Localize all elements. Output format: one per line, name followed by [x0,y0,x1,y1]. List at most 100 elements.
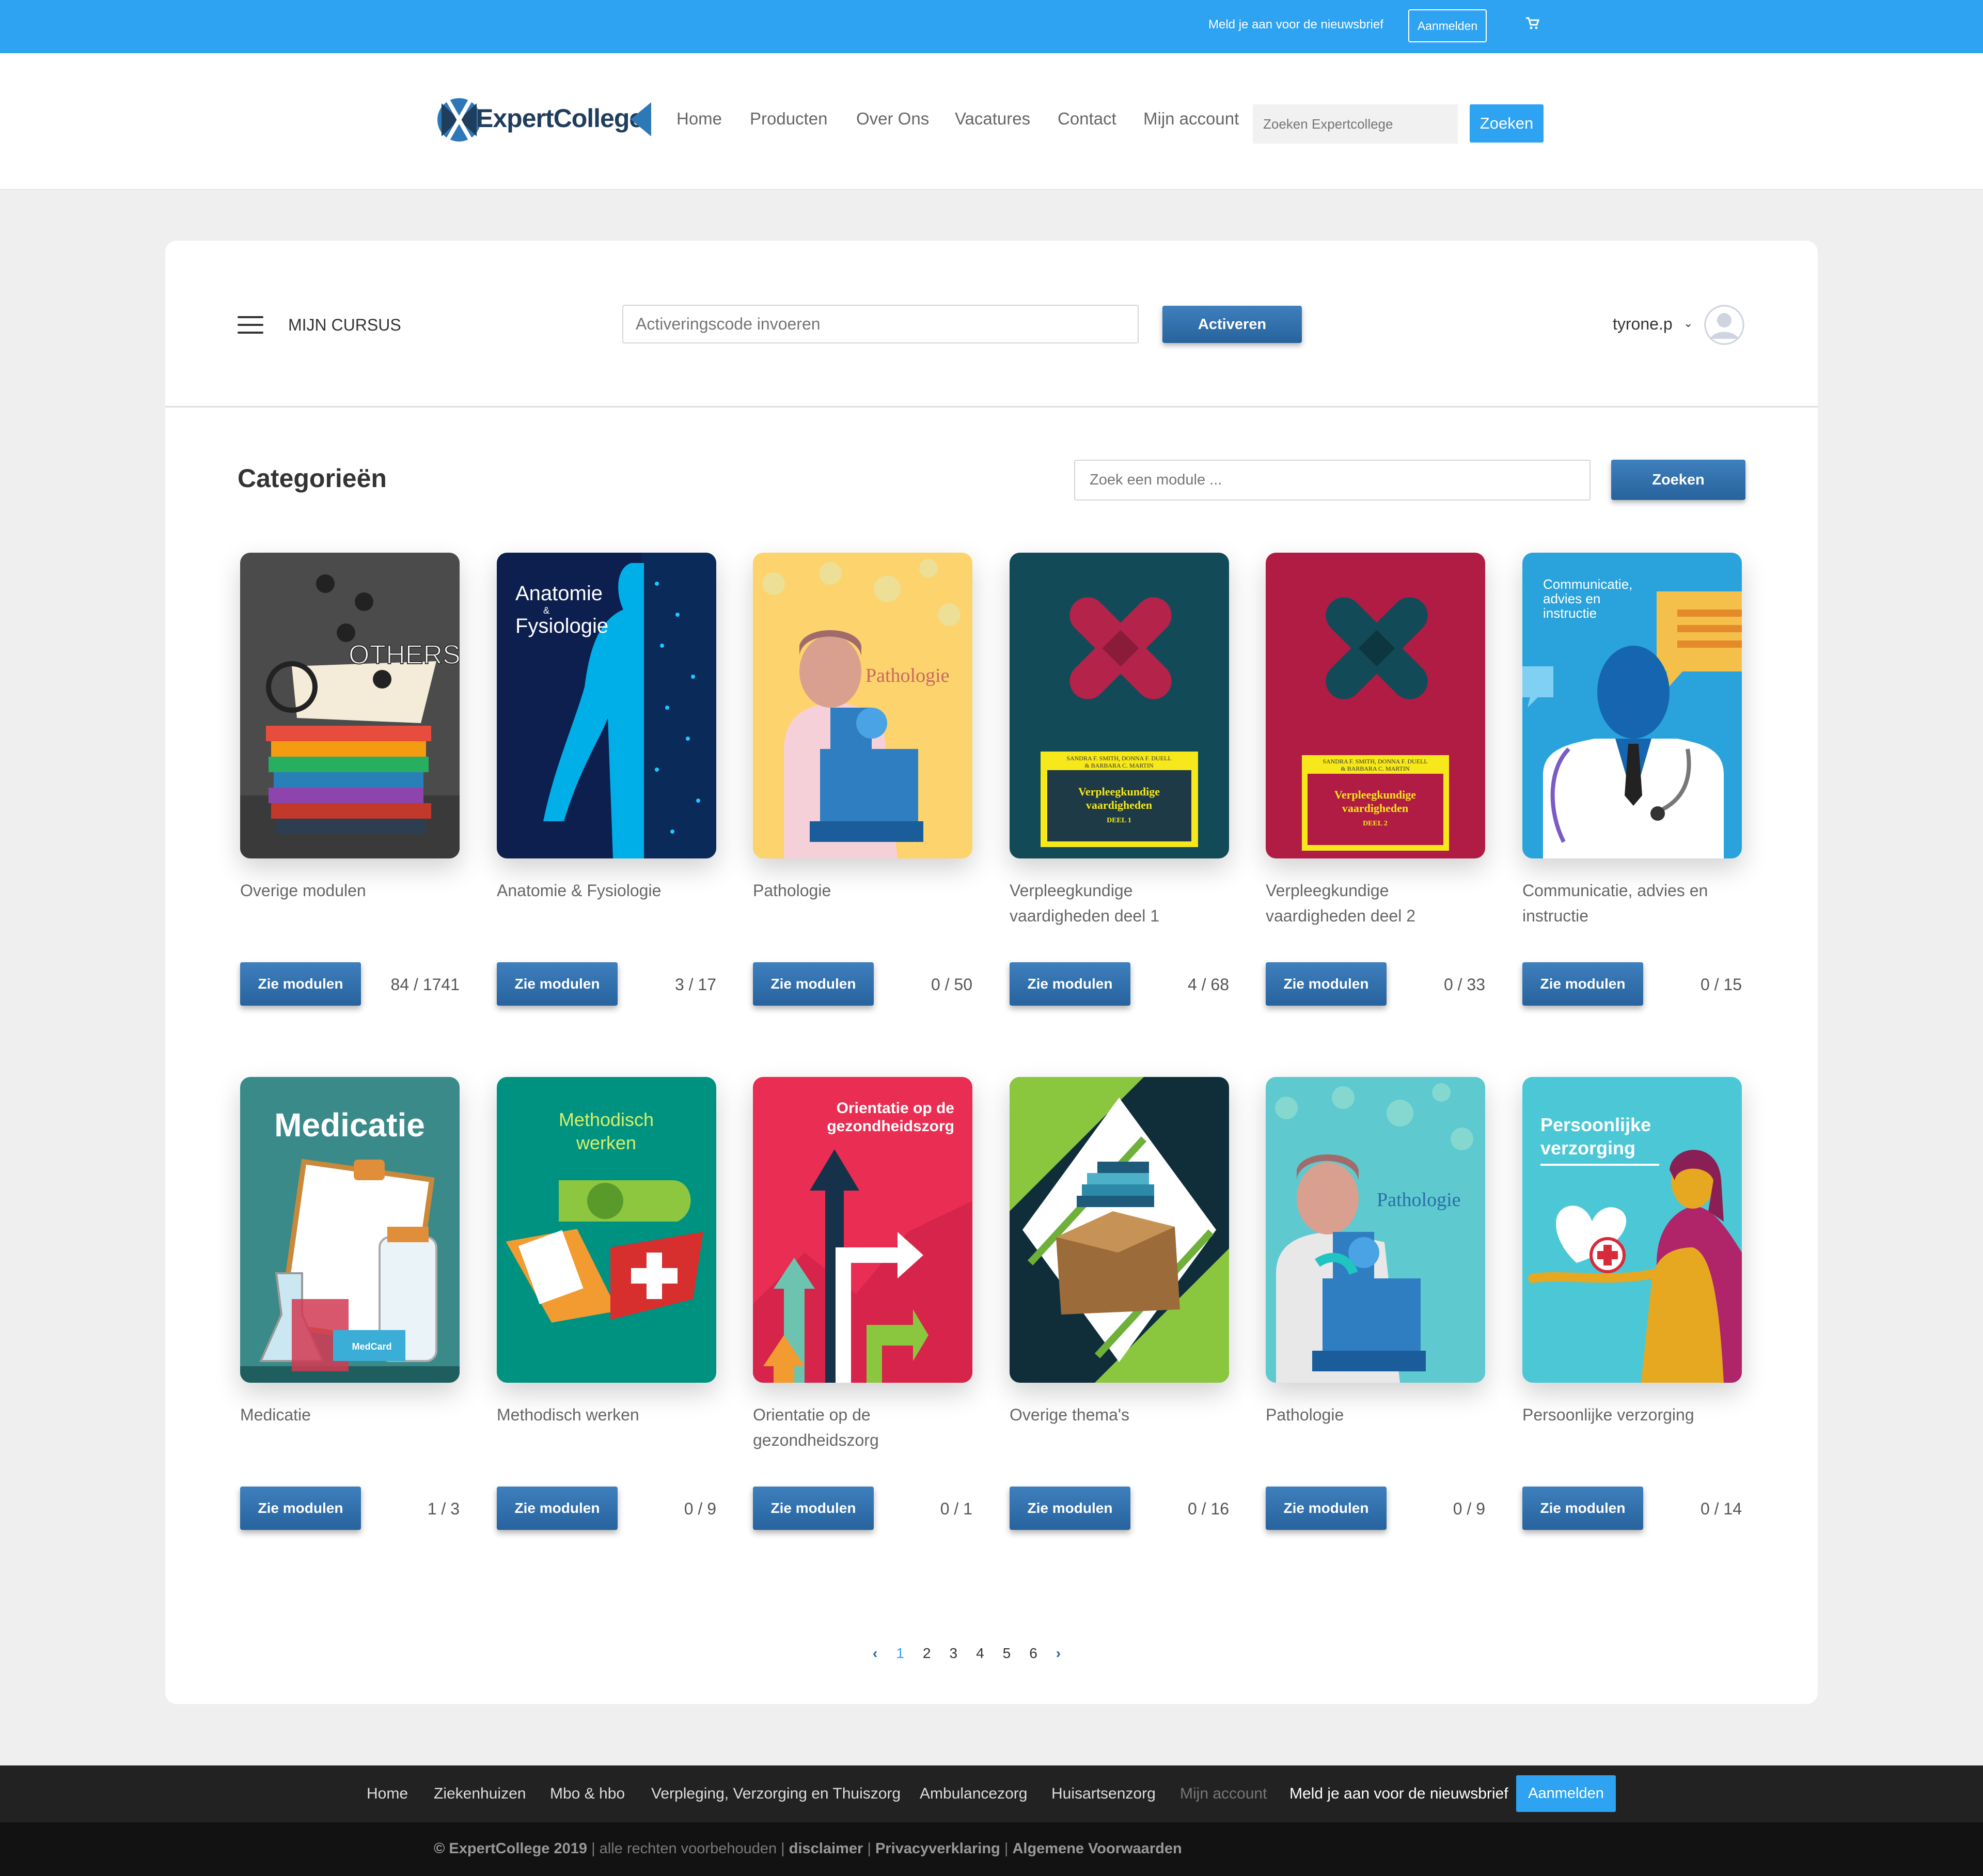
nav-mijn-account[interactable]: Mijn account [1143,109,1239,129]
username-dropdown[interactable]: tyrone.p [1613,315,1673,334]
copyright-owner: © ExpertCollege 2019 [434,1840,587,1857]
category-cover-image[interactable]: Anatomie & Fysiologie [497,553,716,858]
prev-page-button[interactable]: ‹ [873,1645,877,1666]
category-cover-image[interactable] [1010,1077,1229,1383]
cover-text: Communicatie, [1543,576,1632,592]
page-link[interactable]: 6 [1029,1645,1037,1666]
category-cover-image[interactable]: Communicatie, advies en instructie [1522,553,1742,858]
category-name[interactable]: Overige thema's [1010,1402,1229,1428]
site-search-button[interactable]: Zoeken [1470,104,1544,143]
privacy-link[interactable]: Privacyverklaring [875,1840,1000,1857]
category-cover-image[interactable]: Methodisch werken [497,1077,716,1383]
nav-over-ons[interactable]: Over Ons [856,109,929,129]
progress-count: 0 / 33 [1443,975,1485,994]
site-search-input[interactable] [1253,104,1458,144]
category-name[interactable]: Pathologie [753,878,972,903]
see-modules-button[interactable]: Zie modulen [1522,962,1643,1006]
category-cover-image[interactable]: SANDRA F. SMITH, DONNA F. DUELL & BARBAR… [1266,553,1485,858]
copyright-text: © ExpertCollege 2019 | alle rechten voor… [434,1840,1182,1857]
module-search-input[interactable] [1074,460,1591,501]
terms-link[interactable]: Algemene Voorwaarden [1012,1840,1182,1857]
cover-text: Methodisch [559,1109,654,1130]
see-modules-button[interactable]: Zie modulen [753,1487,874,1530]
footer-link-ambulancezorg[interactable]: Ambulancezorg [920,1785,1027,1803]
see-modules-button[interactable]: Zie modulen [1010,1487,1130,1530]
nav-vacatures[interactable]: Vacatures [955,109,1030,129]
cover-text: MedCard [352,1341,391,1352]
category-cover-image[interactable]: Persoonlijke verzorging [1522,1077,1742,1383]
separator: | [1004,1840,1009,1857]
footer-newsletter-button[interactable]: Aanmelden [1516,1775,1616,1812]
cart-icon[interactable] [1524,15,1540,31]
see-modules-button[interactable]: Zie modulen [1266,962,1387,1006]
see-modules-button[interactable]: Zie modulen [240,1487,361,1530]
page-link[interactable]: 4 [976,1645,984,1666]
cover-text: instructie [1543,605,1597,621]
nav-contact[interactable]: Contact [1058,109,1116,129]
category-name[interactable]: Anatomie & Fysiologie [497,878,716,903]
see-modules-button[interactable]: Zie modulen [1266,1487,1387,1530]
category-name[interactable]: Persoonlijke verzorging [1522,1402,1742,1428]
progress-count: 4 / 68 [1187,975,1229,994]
footer-link-ziekenhuizen[interactable]: Ziekenhuizen [434,1785,526,1803]
page-link[interactable]: 5 [1003,1645,1011,1666]
category-name[interactable]: Verpleegkundige vaardigheden deel 2 [1266,878,1485,929]
nav-producten[interactable]: Producten [750,109,827,129]
see-modules-button[interactable]: Zie modulen [240,962,361,1006]
see-modules-button[interactable]: Zie modulen [753,962,874,1006]
logo[interactable]: ExpertCollege [436,92,653,149]
cover-text: Pathologie [1377,1189,1461,1211]
category-name[interactable]: Pathologie [1266,1402,1485,1428]
category-card: OTHERS Overige modulen Zie modulen 84 / … [238,553,460,1049]
chevron-down-icon[interactable]: ⌄ [1683,317,1693,330]
see-modules-button[interactable]: Zie modulen [497,962,618,1006]
next-page-button[interactable]: › [1056,1645,1061,1666]
category-card: Communicatie, advies en instructie Commu… [1520,553,1742,1049]
hamburger-menu-icon[interactable] [238,316,263,335]
footer-link-mbo-hbo[interactable]: Mbo & hbo [550,1785,625,1803]
newsletter-text: Meld je aan voor de nieuwsbrief [1208,18,1383,32]
nav-home[interactable]: Home [676,109,722,129]
category-name[interactable]: Verpleegkundige vaardigheden deel 1 [1010,878,1229,929]
footer-link-mijn-account[interactable]: Mijn account [1180,1785,1267,1803]
see-modules-button[interactable]: Zie modulen [1522,1487,1643,1530]
activate-button[interactable]: Activeren [1162,306,1302,343]
logo-text: ExpertCollege [476,104,643,133]
category-name[interactable]: Overige modulen [240,878,460,903]
category-name[interactable]: Methodisch werken [497,1402,716,1428]
cover-text: Orientatie op de [837,1100,954,1117]
cover-text: Verpleegkundige [1078,785,1160,798]
footer-link-huisartsenzorg[interactable]: Huisartsenzorg [1051,1785,1156,1803]
category-card: SANDRA F. SMITH, DONNA F. DUELL & BARBAR… [1007,553,1229,1049]
cover-text: werken [576,1132,636,1153]
see-modules-button[interactable]: Zie modulen [497,1487,618,1530]
category-name[interactable]: Orientatie op de gezondheidszorg [753,1402,972,1453]
category-cover-image[interactable]: SANDRA F. SMITH, DONNA F. DUELL & BARBAR… [1010,553,1229,858]
separator: | [591,1840,595,1857]
footer-link-home[interactable]: Home [367,1785,408,1803]
category-cover-image[interactable]: Pathologie [1266,1077,1485,1383]
activation-code-input[interactable] [622,305,1139,343]
page-link[interactable]: 3 [949,1645,957,1666]
footer-link-verpleging[interactable]: Verpleging, Verzorging en Thuiszorg [651,1785,901,1803]
category-name[interactable]: Medicatie [240,1402,460,1428]
pagination: ‹ 1 2 3 4 5 6 › [873,1645,1061,1666]
module-search-button[interactable]: Zoeken [1611,460,1745,500]
progress-count: 0 / 15 [1700,975,1742,994]
category-cover-image[interactable]: OTHERS [240,553,460,858]
cover-text: vaardigheden [1086,799,1152,811]
progress-count: 0 / 1 [940,1499,972,1518]
category-cover-image[interactable]: MedCard Medicatie [240,1077,460,1383]
avatar[interactable] [1704,305,1744,345]
category-name[interactable]: Communicatie, advies en instructie [1522,878,1742,929]
category-cover-image[interactable]: Pathologie [753,553,972,858]
rights-text: alle rechten voorbehouden [599,1840,777,1857]
cover-text: OTHERS [349,640,460,670]
category-cover-image[interactable]: Orientatie op de gezondheidszorg [753,1077,972,1383]
newsletter-signup-button[interactable]: Aanmelden [1408,9,1487,42]
see-modules-button[interactable]: Zie modulen [1010,962,1130,1006]
disclaimer-link[interactable]: disclaimer [789,1840,863,1857]
cover-text: & [543,605,549,616]
page-link[interactable]: 1 [896,1645,904,1666]
page-link[interactable]: 2 [923,1645,931,1666]
